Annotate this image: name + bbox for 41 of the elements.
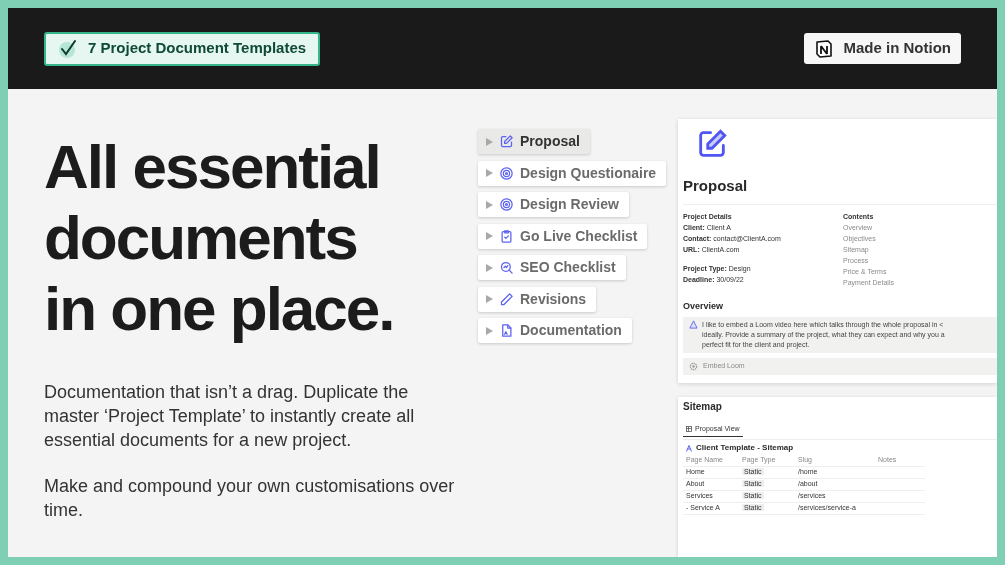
document-item[interactable]: Go Live Checklist [478,223,648,249]
made-in-notion-button[interactable]: Made in Notion [803,33,961,64]
description-paragraph: Documentation that isn’t a drag. Duplicate the master ‘Project Template’ to instantly create all essential documents for a new project. [44,381,416,452]
document-item[interactable]: Design Review [478,192,629,217]
pencil-icon [499,291,514,307]
document-item[interactable]: Design Questionaire [478,160,667,186]
notion-logo-icon [813,38,834,59]
document-label: Design Review [520,195,619,214]
document-item[interactable]: Revisions [478,286,597,312]
search-icon [499,260,514,275]
triangle-icon [486,232,493,240]
triangle-icon [486,200,493,209]
sitemap-title: Sitemap [683,401,723,413]
document-item[interactable]: Proposal [478,129,590,154]
warning-icon [689,320,698,329]
triangle-icon [486,326,493,335]
document-item[interactable]: Documentation [478,318,632,343]
triangle-icon [486,169,493,177]
badge-text: 7 Project Document Templates [88,38,307,59]
document-label: Revisions [520,289,587,309]
document-label: Go Live Checklist [520,226,638,246]
triangle-icon [486,137,493,146]
document-label: Design Questionaire [520,163,657,183]
table-title: Client Template - Sitemap [696,443,794,453]
table-icon [686,426,692,432]
triangle-icon [486,295,493,303]
overview-heading: Overview [683,299,725,313]
document-item[interactable]: SEO Checklist [478,255,626,280]
gear-icon [689,362,698,371]
description-paragraph: Make and compound your own customisations over time. [44,475,456,522]
document-label: Documentation [520,321,622,340]
document-label: SEO Checklist [520,258,616,277]
headline: All essential documents in one place. [44,131,395,344]
document-icon [499,323,514,338]
proposal-title: Proposal [683,175,997,205]
check-icon [58,38,78,59]
clipboard-icon [499,228,514,244]
triangle-icon [486,263,493,272]
edit-icon [499,134,514,149]
document-label: Proposal [520,132,580,151]
hierarchy-icon [686,444,692,452]
